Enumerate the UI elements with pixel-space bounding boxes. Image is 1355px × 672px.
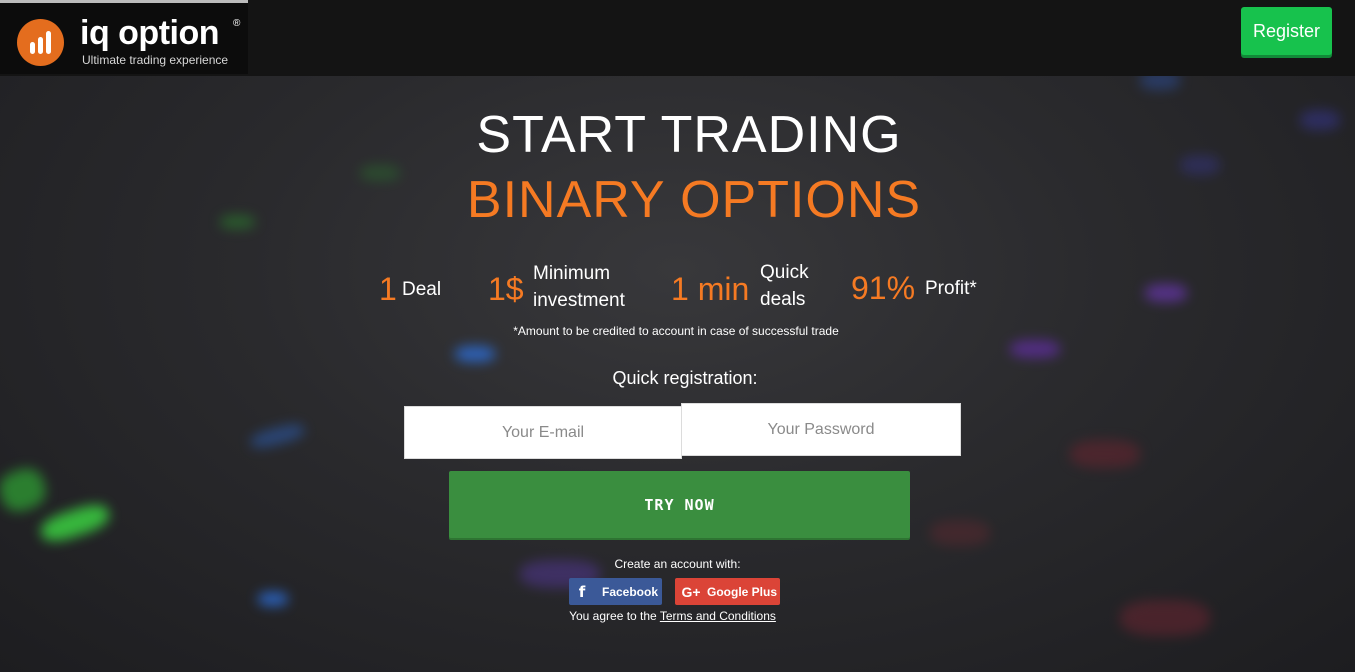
password-input[interactable]: [682, 403, 960, 456]
keyboard-glow: [37, 499, 113, 547]
keyboard-glow: [455, 346, 495, 362]
password-field[interactable]: [681, 403, 961, 456]
agree-prefix: You agree to the: [569, 609, 660, 623]
terms-agreement: You agree to the Terms and Conditions: [0, 609, 1345, 623]
keyboard-glow: [258, 592, 288, 606]
logo[interactable]: iq option ® Ultimate trading experience: [0, 0, 248, 74]
chart-bars-icon: [17, 19, 64, 66]
hero-title: START TRADING: [476, 106, 902, 164]
keyboard-glow: [0, 463, 51, 517]
keyboard-glow: [1010, 340, 1060, 358]
google-plus-button[interactable]: G+ Google Plus: [675, 578, 780, 605]
facebook-label: Facebook: [602, 584, 659, 599]
stat-label: Deal: [402, 279, 442, 300]
form-title: Quick registration:: [612, 368, 758, 388]
stat-value: 1: [379, 271, 397, 307]
register-button[interactable]: Register: [1241, 7, 1332, 55]
create-account-label: Create an account with:: [614, 557, 741, 571]
stat-value: 1$: [488, 271, 524, 307]
registered-mark: ®: [233, 18, 241, 29]
logo-text: iq option: [80, 14, 220, 52]
keyboard-glow: [1070, 440, 1140, 468]
google-plus-icon: G+: [681, 583, 701, 600]
stat-label: deals: [760, 289, 806, 310]
stat-label: Profit*: [925, 278, 977, 299]
google-plus-label: Google Plus: [707, 584, 778, 599]
stat-label: investment: [533, 290, 625, 311]
footnote: *Amount to be credited to account in cas…: [513, 324, 839, 338]
logo-tagline: Ultimate trading experience: [82, 53, 229, 67]
facebook-button[interactable]: f Facebook: [569, 578, 662, 605]
facebook-icon: f: [578, 582, 586, 601]
keyboard-glow: [930, 520, 990, 546]
landing-page: iq option ® Ultimate trading experience …: [0, 0, 1355, 672]
hero-subtitle: BINARY OPTIONS: [466, 171, 922, 229]
stat-value: 1 min: [671, 271, 750, 307]
email-field[interactable]: [404, 406, 682, 459]
email-input[interactable]: [405, 406, 681, 459]
keyboard-glow: [248, 421, 307, 451]
stat-label: Minimum: [533, 263, 611, 284]
stat-label: Quick: [760, 262, 809, 283]
terms-link[interactable]: Terms and Conditions: [660, 609, 776, 623]
keyboard-glow: [1145, 284, 1187, 302]
try-now-button[interactable]: TRY NOW: [449, 471, 910, 538]
stat-value: 91%: [851, 270, 916, 306]
